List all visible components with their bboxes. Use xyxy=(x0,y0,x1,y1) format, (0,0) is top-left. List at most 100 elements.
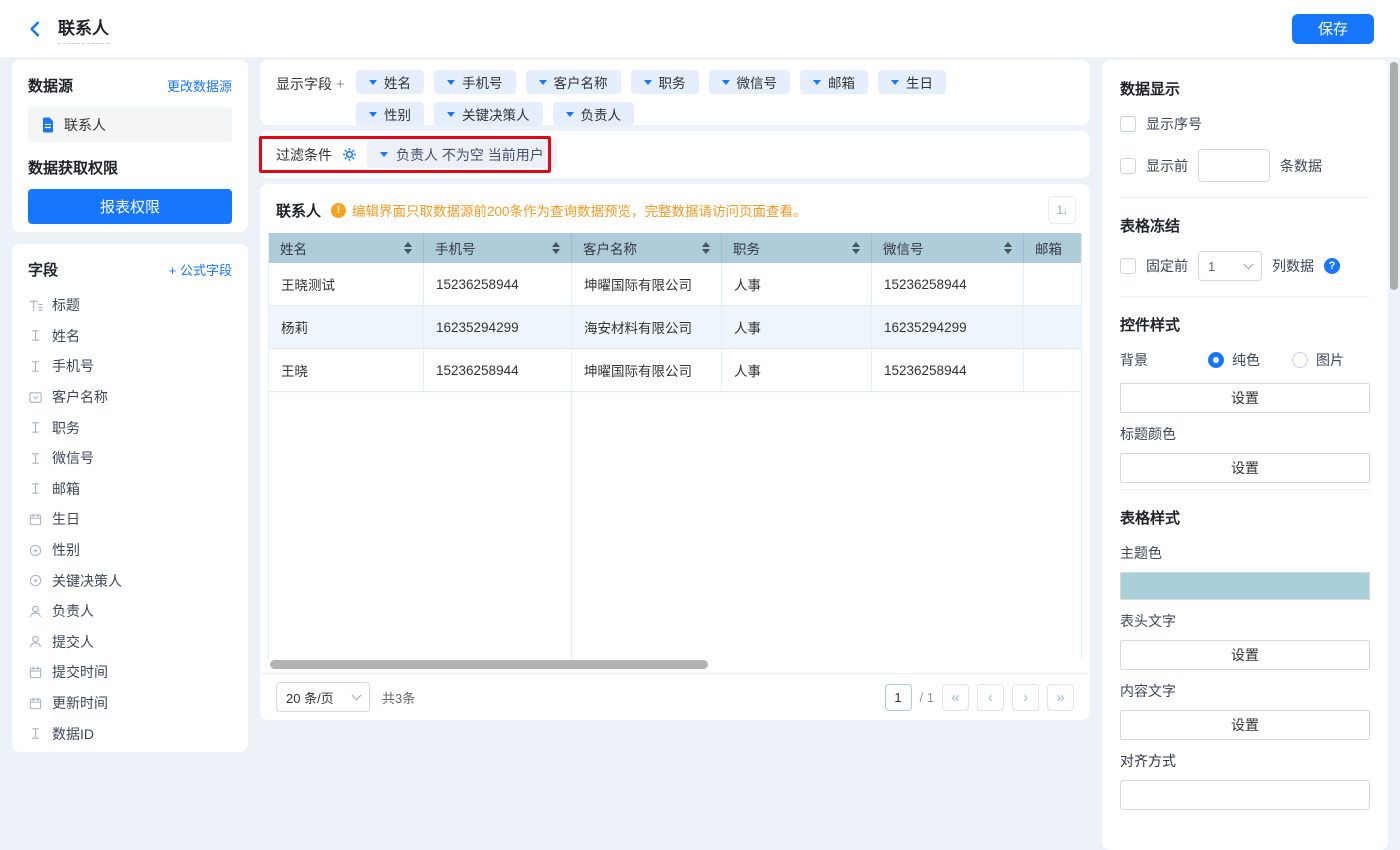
page-size-select[interactable]: 20 条/页 xyxy=(276,682,370,712)
chevron-down-icon xyxy=(447,112,455,117)
content-text-set-button[interactable]: 设置 xyxy=(1120,710,1370,740)
field-item[interactable]: 姓名 xyxy=(28,321,232,352)
page-title[interactable]: 联系人 xyxy=(58,14,109,44)
vertical-scrollbar-thumb[interactable] xyxy=(1390,62,1398,290)
preview-table-panel: 联系人 ! 编辑界面只取数据源前200条作为查询数据预览，完整数据请访问页面查看… xyxy=(260,184,1090,720)
header-text-set-button[interactable]: 设置 xyxy=(1120,640,1370,670)
alignment-control[interactable] xyxy=(1120,780,1370,810)
current-page-input[interactable]: 1 xyxy=(885,684,912,711)
field-item[interactable]: 数据ID xyxy=(28,718,232,749)
display-field-chip[interactable]: 性别 xyxy=(356,102,424,126)
data-table: 姓名 手机号 客户名称 职务 微信号 邮箱 王晓测试 15236258944 坤… xyxy=(268,233,1082,392)
display-fields-label: 显示字段 xyxy=(276,76,332,92)
gear-icon[interactable] xyxy=(342,147,357,162)
title-color-label: 标题颜色 xyxy=(1120,424,1370,444)
sort-arrows-icon[interactable] xyxy=(1004,242,1012,254)
fix-columns-select[interactable]: 1 xyxy=(1198,251,1262,281)
table-row[interactable]: 王晓测试 15236258944 坤曜国际有限公司 人事 15236258944 xyxy=(269,263,1081,306)
theme-color-label: 主题色 xyxy=(1120,543,1370,563)
topbar: 联系人 保存 xyxy=(0,0,1400,57)
date-icon xyxy=(28,665,43,680)
fix-columns-checkbox[interactable] xyxy=(1120,258,1136,274)
field-item[interactable]: 手机号 xyxy=(28,351,232,382)
add-display-field-button[interactable]: + xyxy=(336,76,345,93)
radio-icon xyxy=(28,543,43,558)
help-icon[interactable]: ? xyxy=(1324,258,1340,274)
theme-color-picker[interactable] xyxy=(1120,572,1370,600)
column-header[interactable]: 邮箱 xyxy=(1024,233,1081,263)
field-label: 标题 xyxy=(52,295,80,315)
field-item[interactable]: 职务 xyxy=(28,412,232,443)
display-field-chip[interactable]: 生日 xyxy=(878,70,946,94)
field-item[interactable]: 生日 xyxy=(28,504,232,535)
field-item[interactable]: 标题 xyxy=(28,290,232,321)
display-field-chip[interactable]: 邮箱 xyxy=(800,70,868,94)
alignment-label: 对齐方式 xyxy=(1120,751,1370,771)
save-button[interactable]: 保存 xyxy=(1292,14,1374,44)
field-item[interactable]: 提交时间 xyxy=(28,657,232,688)
datasource-item-label: 联系人 xyxy=(64,115,106,135)
warning-message: ! 编辑界面只取数据源前200条作为查询数据预览，完整数据请访问页面查看。 xyxy=(331,200,807,220)
field-item[interactable]: 提交人 xyxy=(28,627,232,658)
datasource-item[interactable]: 联系人 xyxy=(28,107,232,142)
display-field-chip[interactable]: 客户名称 xyxy=(526,70,621,94)
show-first-count-input[interactable] xyxy=(1198,149,1270,182)
next-page-button[interactable] xyxy=(1012,684,1039,711)
solid-color-option[interactable]: 纯色 xyxy=(1208,350,1260,370)
show-first-checkbox[interactable] xyxy=(1120,158,1136,174)
first-page-button[interactable] xyxy=(942,684,969,711)
column-header[interactable]: 职务 xyxy=(722,233,872,263)
filter-condition-chip[interactable]: 负责人 不为空 当前用户 xyxy=(367,141,557,168)
column-header[interactable]: 微信号 xyxy=(872,233,1024,263)
change-datasource-link[interactable]: 更改数据源 xyxy=(167,76,232,95)
display-field-chip[interactable]: 职务 xyxy=(631,70,699,94)
date-icon xyxy=(28,512,43,527)
table-style-heading: 表格样式 xyxy=(1120,507,1370,528)
select-icon xyxy=(28,390,43,405)
image-option[interactable]: 图片 xyxy=(1292,350,1344,370)
field-label: 数据ID xyxy=(52,724,94,744)
divider xyxy=(1120,296,1370,297)
title-icon xyxy=(28,298,43,313)
field-item[interactable]: 邮箱 xyxy=(28,474,232,505)
display-field-chip[interactable]: 手机号 xyxy=(434,70,516,94)
display-field-chip[interactable]: 负责人 xyxy=(553,102,635,126)
field-item[interactable]: 关键决策人 xyxy=(28,565,232,596)
sort-arrows-icon[interactable] xyxy=(404,242,412,254)
title-color-set-button[interactable]: 设置 xyxy=(1120,453,1370,483)
field-item[interactable]: 性别 xyxy=(28,535,232,566)
sort-arrows-icon[interactable] xyxy=(702,242,710,254)
table-row[interactable]: 杨莉 16235294299 海安材料有限公司 人事 16235294299 xyxy=(269,306,1081,349)
horizontal-scrollbar-thumb[interactable] xyxy=(270,660,708,669)
column-header[interactable]: 客户名称 xyxy=(572,233,722,263)
field-item[interactable]: 负责人 xyxy=(28,596,232,627)
table-row[interactable]: 王晓 15236258944 坤曜国际有限公司 人事 15236258944 xyxy=(269,349,1081,392)
field-label: 性别 xyxy=(52,540,80,560)
display-field-chip[interactable]: 微信号 xyxy=(709,70,791,94)
fields-heading: 字段 xyxy=(28,259,58,280)
field-item[interactable]: 更新时间 xyxy=(28,688,232,719)
field-label: 关键决策人 xyxy=(52,571,122,591)
theme-color-swatch xyxy=(1121,573,1369,599)
sort-arrows-icon[interactable] xyxy=(852,242,860,254)
sort-arrows-icon[interactable] xyxy=(552,242,560,254)
radio-icon xyxy=(28,573,43,588)
add-formula-field-link[interactable]: + 公式字段 xyxy=(169,260,232,279)
sort-icon[interactable] xyxy=(1048,196,1076,224)
report-permission-button[interactable]: 报表权限 xyxy=(28,189,232,224)
text-icon xyxy=(28,328,43,343)
show-index-checkbox[interactable] xyxy=(1120,116,1136,132)
column-header[interactable]: 手机号 xyxy=(424,233,572,263)
back-icon[interactable] xyxy=(26,20,44,38)
control-style-heading: 控件样式 xyxy=(1120,314,1370,335)
field-label: 微信号 xyxy=(52,448,94,468)
field-item[interactable]: 客户名称 xyxy=(28,382,232,413)
table-title: 联系人 xyxy=(276,200,321,221)
prev-page-button[interactable] xyxy=(977,684,1004,711)
last-page-button[interactable] xyxy=(1047,684,1074,711)
column-header[interactable]: 姓名 xyxy=(269,233,424,263)
display-field-chip[interactable]: 关键决策人 xyxy=(434,102,543,126)
background-set-button[interactable]: 设置 xyxy=(1120,383,1370,413)
display-field-chip[interactable]: 姓名 xyxy=(356,70,424,94)
field-item[interactable]: 微信号 xyxy=(28,443,232,474)
